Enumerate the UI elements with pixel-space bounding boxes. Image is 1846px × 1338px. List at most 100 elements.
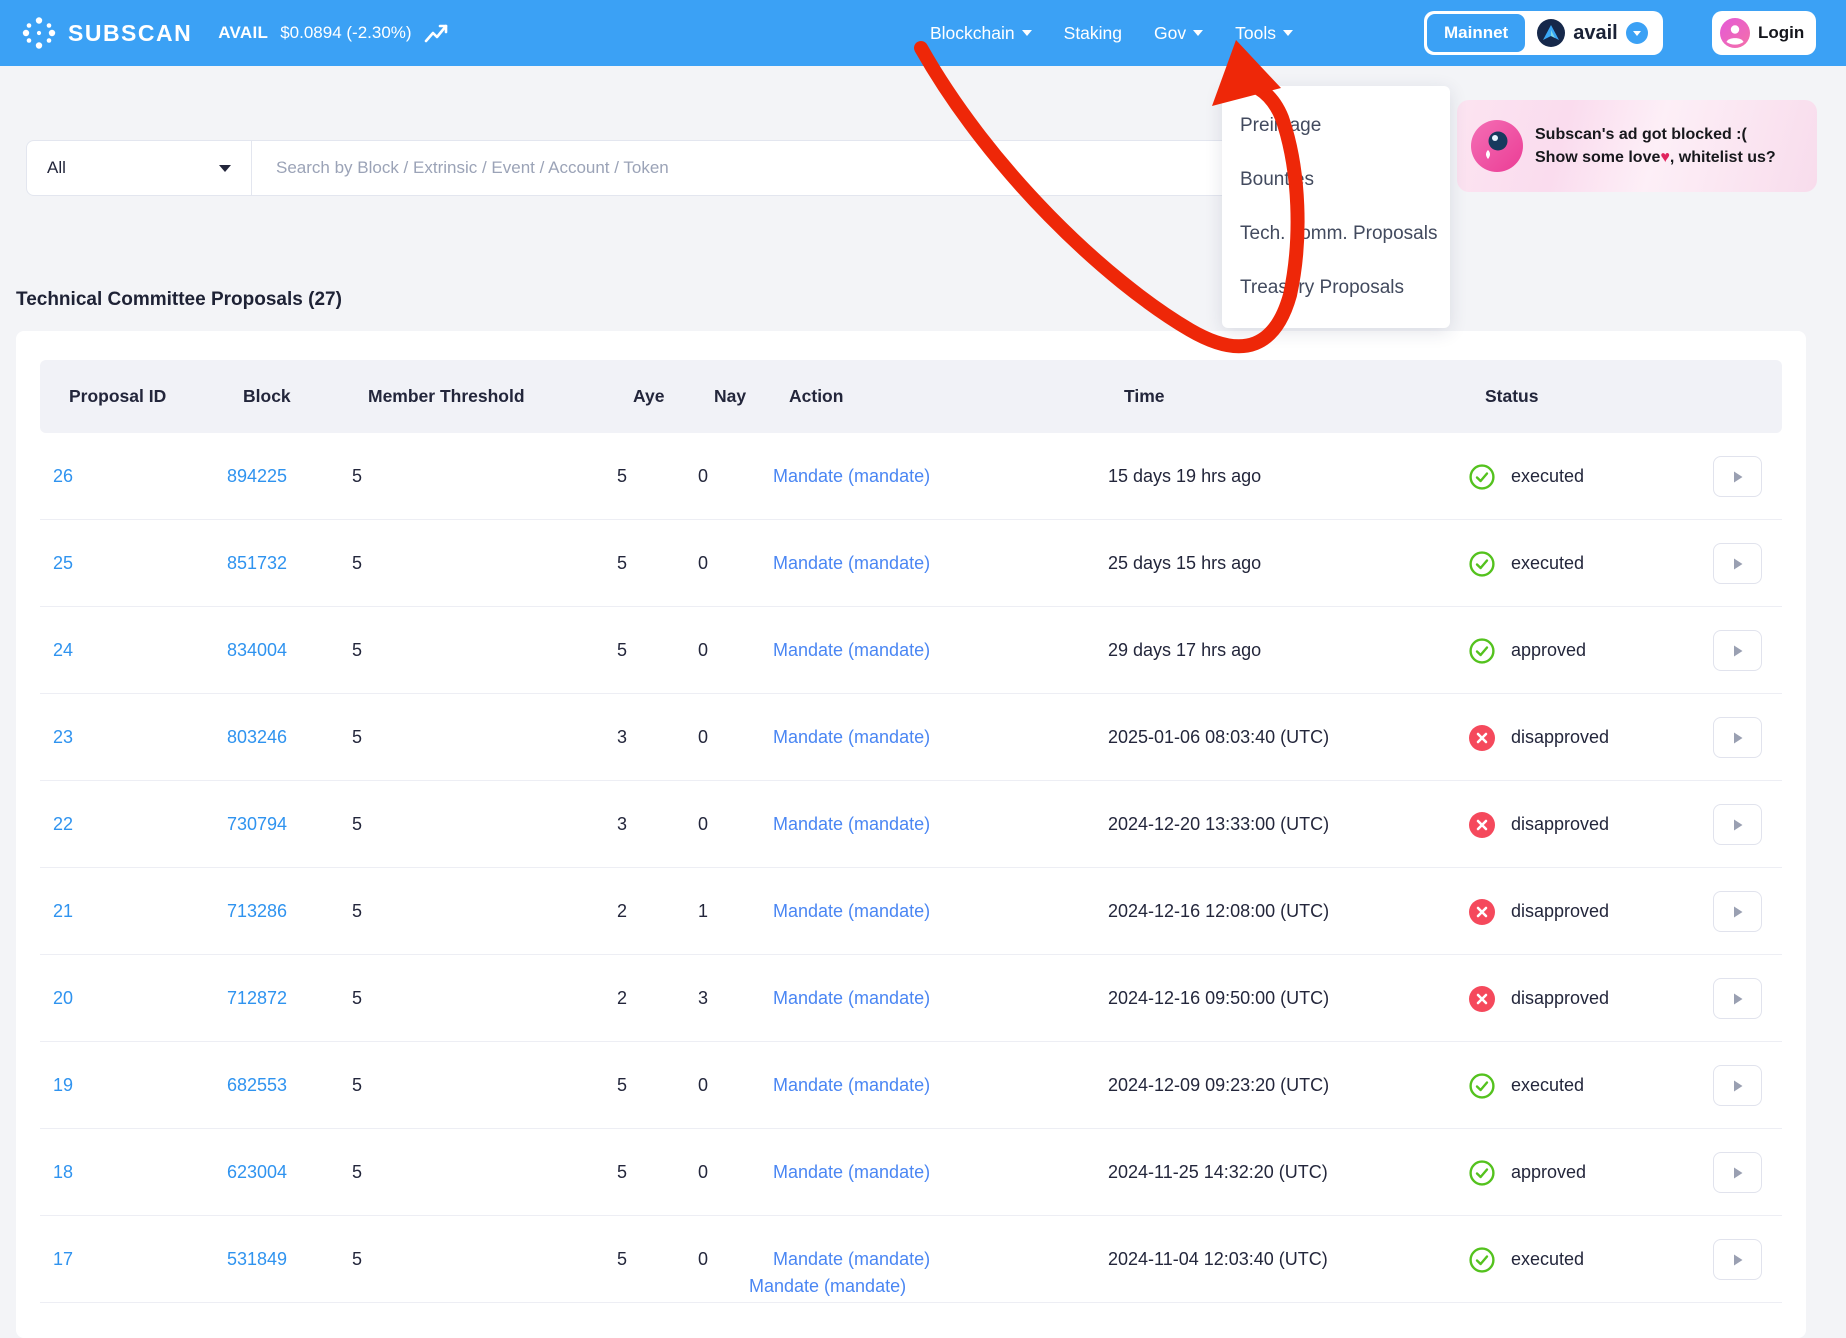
heart-icon: ♥ xyxy=(1660,149,1670,166)
action-link[interactable]: Mandate (mandate) xyxy=(773,640,930,660)
network-chevron-icon[interactable] xyxy=(1626,22,1648,44)
row-detail-button[interactable] xyxy=(1713,891,1762,932)
nav-staking[interactable]: Staking xyxy=(1064,23,1122,44)
nav-tools[interactable]: Tools xyxy=(1235,23,1293,44)
network-name[interactable]: avail xyxy=(1525,19,1659,47)
proposal-id-link[interactable]: 17 xyxy=(53,1249,73,1269)
row-detail-button[interactable] xyxy=(1713,1239,1762,1280)
action-link[interactable]: Mandate (mandate) xyxy=(773,553,930,573)
member-threshold-value: 5 xyxy=(352,433,362,520)
block-link[interactable]: 803246 xyxy=(227,727,287,747)
search-filter-value: All xyxy=(47,158,66,178)
time-value: 2024-12-20 13:33:00 (UTC) xyxy=(1108,781,1329,868)
proposal-id-link[interactable]: 20 xyxy=(53,988,73,1008)
chevron-down-icon xyxy=(1283,30,1293,36)
status-badge: disapproved xyxy=(1469,781,1609,868)
aye-value: 2 xyxy=(617,868,627,955)
block-link[interactable]: 623004 xyxy=(227,1162,287,1182)
table-row: 17 531849 5 5 0 Mandate (mandate) 2024-1… xyxy=(40,1216,1782,1303)
proposal-id-link[interactable]: 25 xyxy=(53,553,73,573)
sad-face-icon xyxy=(1471,120,1523,172)
block-link[interactable]: 531849 xyxy=(227,1249,287,1269)
chevron-down-icon xyxy=(219,165,231,172)
table-row: 25 851732 5 5 0 Mandate (mandate) 25 day… xyxy=(40,520,1782,607)
proposal-id-link[interactable]: 26 xyxy=(53,466,73,486)
aye-value: 5 xyxy=(617,520,627,607)
member-threshold-value: 5 xyxy=(352,1216,362,1303)
block-link[interactable]: 851732 xyxy=(227,553,287,573)
play-right-icon xyxy=(1732,470,1744,484)
proposal-id-link[interactable]: 18 xyxy=(53,1162,73,1182)
menu-item-bounties[interactable]: Bounties xyxy=(1222,153,1450,207)
block-link[interactable]: 713286 xyxy=(227,901,287,921)
row-detail-button[interactable] xyxy=(1713,1065,1762,1106)
subscan-logo-icon xyxy=(22,16,56,50)
row-detail-button[interactable] xyxy=(1713,717,1762,758)
time-value: 2024-12-16 12:08:00 (UTC) xyxy=(1108,868,1329,955)
row-detail-button[interactable] xyxy=(1713,978,1762,1019)
partial-row-action-link[interactable]: Mandate (mandate) xyxy=(749,1276,906,1316)
ad-banner-text: Subscan's ad got blocked :( Show some lo… xyxy=(1535,123,1776,169)
member-threshold-value: 5 xyxy=(352,955,362,1042)
row-detail-button[interactable] xyxy=(1713,630,1762,671)
block-link[interactable]: 682553 xyxy=(227,1075,287,1095)
status-label: executed xyxy=(1511,520,1584,607)
brand-wordmark[interactable]: SUBSCAN xyxy=(68,20,192,47)
block-link[interactable]: 730794 xyxy=(227,814,287,834)
member-threshold-value: 5 xyxy=(352,781,362,868)
nay-value: 0 xyxy=(698,1042,708,1129)
status-label: disapproved xyxy=(1511,955,1609,1042)
action-link[interactable]: Mandate (mandate) xyxy=(773,901,930,921)
play-right-icon xyxy=(1732,557,1744,571)
col-header-action: Action xyxy=(789,360,843,433)
table-row: 21 713286 5 2 1 Mandate (mandate) 2024-1… xyxy=(40,868,1782,955)
ad-blocked-banner[interactable]: Subscan's ad got blocked :( Show some lo… xyxy=(1457,100,1817,192)
nay-value: 0 xyxy=(698,607,708,694)
top-navbar: SUBSCAN AVAIL $0.0894 (-2.30%) Blockchai… xyxy=(0,0,1846,66)
action-link[interactable]: Mandate (mandate) xyxy=(773,1075,930,1095)
proposal-id-link[interactable]: 22 xyxy=(53,814,73,834)
aye-value: 3 xyxy=(617,781,627,868)
action-link[interactable]: Mandate (mandate) xyxy=(773,1162,930,1182)
menu-item-tech-comm-proposals[interactable]: Tech. comm. Proposals xyxy=(1222,207,1450,261)
status-badge: executed xyxy=(1469,433,1584,520)
price-chart-icon[interactable] xyxy=(424,21,450,45)
proposal-id-link[interactable]: 23 xyxy=(53,727,73,747)
proposal-id-link[interactable]: 19 xyxy=(53,1075,73,1095)
menu-item-preimage[interactable]: Preimage xyxy=(1222,99,1450,153)
action-link[interactable]: Mandate (mandate) xyxy=(773,466,930,486)
row-detail-button[interactable] xyxy=(1713,1152,1762,1193)
nay-value: 1 xyxy=(698,868,708,955)
time-value: 2025-01-06 08:03:40 (UTC) xyxy=(1108,694,1329,781)
search-filter-select[interactable]: All xyxy=(27,141,252,195)
nav-blockchain[interactable]: Blockchain xyxy=(930,23,1032,44)
success-check-icon xyxy=(1469,1247,1495,1273)
action-link[interactable]: Mandate (mandate) xyxy=(773,727,930,747)
row-detail-button[interactable] xyxy=(1713,456,1762,497)
menu-item-treasury-proposals[interactable]: Treasury Proposals xyxy=(1222,261,1450,315)
login-button[interactable]: Login xyxy=(1712,11,1816,55)
proposal-id-link[interactable]: 21 xyxy=(53,901,73,921)
action-link[interactable]: Mandate (mandate) xyxy=(773,988,930,1008)
aye-value: 5 xyxy=(617,433,627,520)
action-link[interactable]: Mandate (mandate) xyxy=(773,1249,930,1269)
aye-value: 5 xyxy=(617,607,627,694)
action-link[interactable]: Mandate (mandate) xyxy=(773,814,930,834)
status-label: executed xyxy=(1511,1042,1584,1129)
row-detail-button[interactable] xyxy=(1713,543,1762,584)
time-value: 2024-12-09 09:23:20 (UTC) xyxy=(1108,1042,1329,1129)
block-link[interactable]: 712872 xyxy=(227,988,287,1008)
mainnet-button[interactable]: Mainnet xyxy=(1427,14,1525,52)
col-header-block: Block xyxy=(243,360,291,433)
block-link[interactable]: 834004 xyxy=(227,640,287,660)
page-title: Technical Committee Proposals (27) xyxy=(16,289,342,311)
proposal-id-link[interactable]: 24 xyxy=(53,640,73,660)
time-value: 2024-12-16 09:50:00 (UTC) xyxy=(1108,955,1329,1042)
nay-value: 0 xyxy=(698,1129,708,1216)
nav-gov[interactable]: Gov xyxy=(1154,23,1203,44)
success-check-icon xyxy=(1469,638,1495,664)
time-value: 2024-11-04 12:03:40 (UTC) xyxy=(1108,1216,1328,1303)
row-detail-button[interactable] xyxy=(1713,804,1762,845)
play-right-icon xyxy=(1732,1079,1744,1093)
block-link[interactable]: 894225 xyxy=(227,466,287,486)
